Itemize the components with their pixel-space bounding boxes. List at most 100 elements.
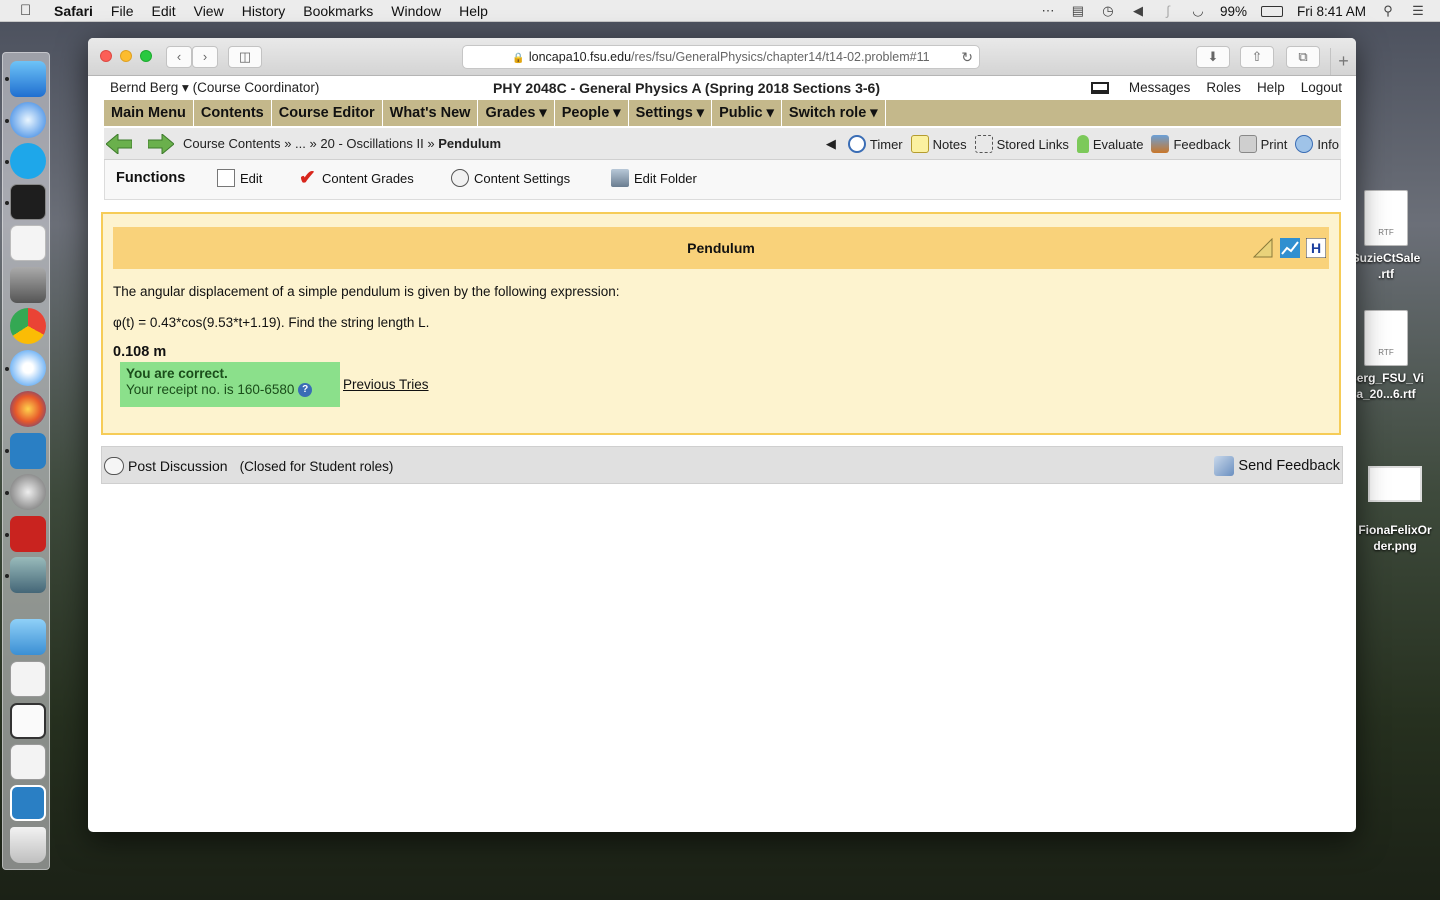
spotlight-search-icon[interactable]: ⚲ [1380, 4, 1396, 18]
sidebar-button[interactable]: ◫ [228, 46, 262, 68]
acrobat-icon[interactable] [10, 516, 46, 552]
preview-icon[interactable] [10, 557, 46, 593]
previous-resource-arrow-icon[interactable] [106, 134, 132, 154]
battery-icon[interactable] [1260, 5, 1283, 17]
safari-window: ‹ › ◫ 🔒 loncapa10.fsu.edu/res/fsu/General… [88, 38, 1356, 832]
forward-button[interactable]: › [192, 46, 218, 68]
submitted-answer: 0.108 m [113, 344, 167, 360]
wifi-icon[interactable]: ◡ [1190, 4, 1206, 18]
ruler-triangle-icon[interactable] [1253, 238, 1273, 258]
menu-file[interactable]: File [111, 3, 134, 19]
menu-course-editor[interactable]: Course Editor [272, 100, 383, 126]
share-button[interactable]: ⇧ [1240, 46, 1274, 68]
menu-history[interactable]: History [242, 3, 286, 19]
menu-bookmarks[interactable]: Bookmarks [303, 3, 373, 19]
document-thumbnail-icon[interactable] [10, 744, 46, 780]
messages-link[interactable]: Messages [1129, 80, 1191, 95]
menu-switch-role[interactable]: Switch role ▾ [782, 100, 886, 126]
time-machine-icon[interactable]: ◷ [1100, 4, 1116, 18]
skype-icon[interactable] [10, 143, 46, 179]
document-thumbnail-icon[interactable] [10, 661, 46, 697]
collapse-tools-icon[interactable]: ◀ [826, 136, 836, 152]
notification-center-icon[interactable]: ☰ [1410, 4, 1426, 18]
trash-icon[interactable] [10, 827, 46, 863]
menu-contents[interactable]: Contents [194, 100, 272, 126]
dock-running-indicator [5, 574, 9, 578]
menu-view[interactable]: View [194, 3, 224, 19]
inbox-icon[interactable] [1090, 81, 1109, 94]
chrome-icon[interactable] [10, 308, 46, 344]
close-window-button[interactable] [100, 50, 112, 62]
menu-settings[interactable]: Settings ▾ [629, 100, 713, 126]
desktop-file[interactable]: RTF SuzieCtSale .rtf [1346, 190, 1426, 282]
menu-app-name[interactable]: Safari [54, 3, 93, 19]
reload-icon[interactable]: ↻ [961, 46, 973, 68]
send-feedback[interactable]: Send Feedback [1214, 456, 1340, 476]
downloads-button[interactable]: ⬇ [1196, 46, 1230, 68]
tabs-overview-button[interactable]: ⧉ [1286, 46, 1320, 68]
display-icon[interactable]: ▤ [1070, 4, 1086, 18]
menu-main-menu[interactable]: Main Menu [104, 100, 194, 126]
battery-percent[interactable]: 99% [1220, 4, 1247, 19]
calendar-maple-icon[interactable] [10, 433, 46, 469]
correct-status-box: You are correct. Your receipt no. is 160… [120, 362, 340, 407]
png-file-icon [1368, 466, 1422, 502]
evaluate-tool[interactable]: Evaluate [1076, 135, 1143, 153]
desktop-file[interactable]: FionaFelixOr der.png [1355, 466, 1435, 554]
hint-h-icon[interactable]: H [1306, 238, 1326, 258]
content-settings-function[interactable]: Content Settings [451, 169, 570, 187]
address-bar[interactable]: 🔒 loncapa10.fsu.edu/res/fsu/GeneralPhysic… [462, 45, 980, 69]
menubar-clock[interactable]: Fri 8:41 AM [1297, 4, 1366, 19]
timer-tool[interactable]: Timer [847, 135, 903, 153]
back-button[interactable]: ‹ [166, 46, 192, 68]
calculator-icon[interactable] [10, 267, 46, 303]
menu-public[interactable]: Public ▾ [712, 100, 782, 126]
edit-folder-label: Edit Folder [634, 170, 697, 186]
menu-edit[interactable]: Edit [151, 3, 175, 19]
roles-link[interactable]: Roles [1206, 80, 1241, 95]
terminal-icon[interactable] [10, 184, 46, 220]
menu-window[interactable]: Window [391, 3, 441, 19]
menu-grades[interactable]: Grades ▾ [478, 100, 555, 126]
zoom-window-button[interactable] [140, 50, 152, 62]
firefox-icon[interactable] [10, 391, 46, 427]
folder-icon[interactable] [10, 619, 46, 655]
bluetooth-icon[interactable]: ∫ [1160, 4, 1176, 18]
notes-tool[interactable]: Notes [910, 135, 967, 153]
info-tool[interactable]: Info [1295, 135, 1339, 153]
safari-icon[interactable] [10, 350, 46, 386]
edit-folder-function[interactable]: Edit Folder [611, 169, 697, 187]
menu-people[interactable]: People ▾ [555, 100, 629, 126]
breadcrumb-course-contents[interactable]: Course Contents [183, 136, 281, 151]
new-tab-button[interactable]: + [1330, 48, 1356, 75]
content-grades-function[interactable]: ✔ Content Grades [299, 168, 414, 188]
help-link[interactable]: Help [1257, 80, 1285, 95]
desktop-file[interactable]: RTF Berg_FSU_Vi a_20...6.rtf [1346, 310, 1426, 402]
x11-icon[interactable] [10, 474, 46, 510]
stored-links-tool[interactable]: Stored Links [974, 135, 1069, 153]
feedback-tool[interactable]: Feedback [1151, 135, 1231, 153]
post-discussion-link[interactable]: Post Discussion [128, 458, 228, 474]
dock [2, 52, 50, 870]
edit-function[interactable]: Edit [217, 169, 262, 187]
user-name-menu[interactable]: Bernd Berg ▾ [110, 80, 189, 95]
document-thumbnail-icon[interactable] [10, 703, 46, 739]
next-resource-arrow-icon[interactable] [148, 134, 174, 154]
calendar-maple-icon[interactable] [10, 785, 46, 821]
logout-link[interactable]: Logout [1301, 80, 1342, 95]
minimize-window-button[interactable] [120, 50, 132, 62]
finder-icon[interactable] [10, 61, 46, 97]
previous-tries-link[interactable]: Previous Tries [343, 377, 429, 392]
help-question-icon[interactable]: ? [298, 383, 313, 398]
thunderbird-icon[interactable] [10, 102, 46, 138]
print-tool[interactable]: Print [1238, 135, 1287, 153]
menu-help[interactable]: Help [459, 3, 488, 19]
activity-icon[interactable]: ⋯ [1040, 4, 1056, 18]
textedit-icon[interactable] [10, 225, 46, 261]
menu-whats-new[interactable]: What's New [383, 100, 479, 126]
breadcrumb-folder[interactable]: 20 - Oscillations II [320, 136, 423, 151]
apple-icon[interactable]:  [20, 2, 40, 19]
volume-icon[interactable]: ◀ [1130, 4, 1146, 18]
breadcrumb-ellipsis[interactable]: ... [295, 136, 306, 151]
chart-icon[interactable] [1280, 238, 1300, 258]
